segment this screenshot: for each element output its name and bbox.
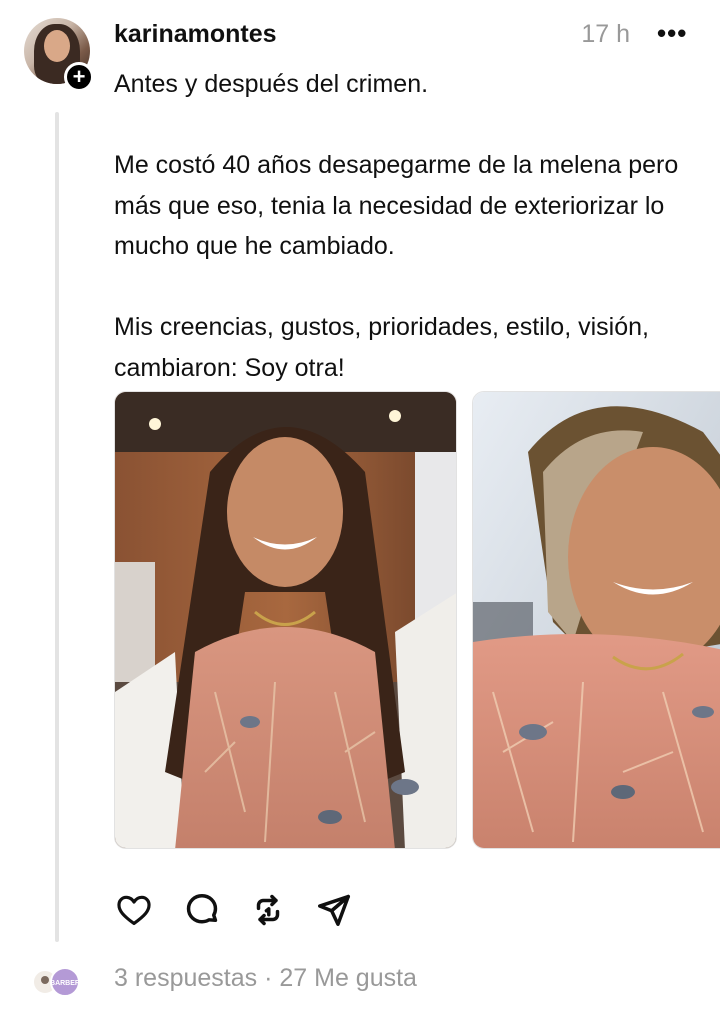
post-photo-after[interactable]: [472, 391, 720, 849]
post-body: Antes y después del crimen. Me costó 40 …: [114, 64, 704, 388]
more-options-button[interactable]: •••: [657, 18, 687, 49]
photo-after-image: [473, 392, 720, 848]
reply-avatars[interactable]: BARBER: [31, 967, 81, 997]
photo-before-image: [115, 392, 456, 848]
thread-line: [55, 112, 59, 942]
replies-count[interactable]: 3 respuestas: [114, 964, 257, 992]
follow-button[interactable]: +: [64, 62, 94, 92]
comment-icon[interactable]: [180, 888, 224, 932]
heart-icon[interactable]: [112, 888, 156, 932]
share-icon[interactable]: [312, 888, 356, 932]
post-paragraph: Me costó 40 años desapegarme de la melen…: [114, 151, 679, 260]
post-photo-before[interactable]: [114, 391, 457, 849]
post-stats: 3 respuestas · 27 Me gusta: [114, 964, 417, 993]
svg-text:BARBER: BARBER: [50, 980, 80, 987]
post-paragraph: Mis creencias, gustos, prioridades, esti…: [114, 313, 649, 382]
stats-separator: ·: [264, 964, 273, 992]
repost-icon[interactable]: [246, 888, 290, 932]
post-time: 17 h: [581, 20, 630, 48]
avatar-face: [44, 30, 70, 62]
author-username[interactable]: karinamontes: [114, 20, 277, 49]
likes-count[interactable]: 27 Me gusta: [279, 964, 417, 992]
post-paragraph: Antes y después del crimen.: [114, 70, 429, 98]
